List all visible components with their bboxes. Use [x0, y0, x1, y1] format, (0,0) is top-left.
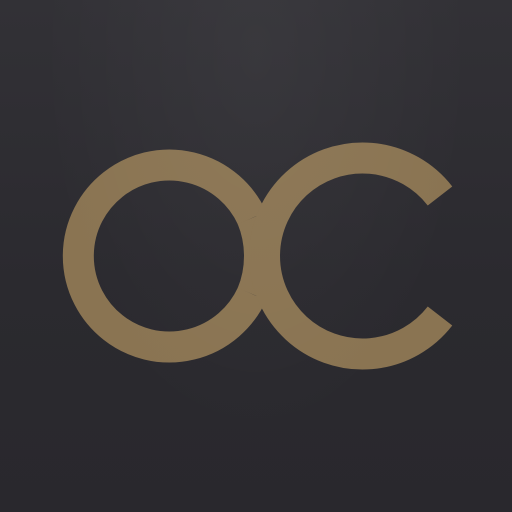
- logo-left-loop: [62, 149, 267, 363]
- infinity-oc-logo-icon: [62, 142, 453, 370]
- app-icon[interactable]: [0, 0, 512, 512]
- logo-right-c-arc: [249, 142, 453, 370]
